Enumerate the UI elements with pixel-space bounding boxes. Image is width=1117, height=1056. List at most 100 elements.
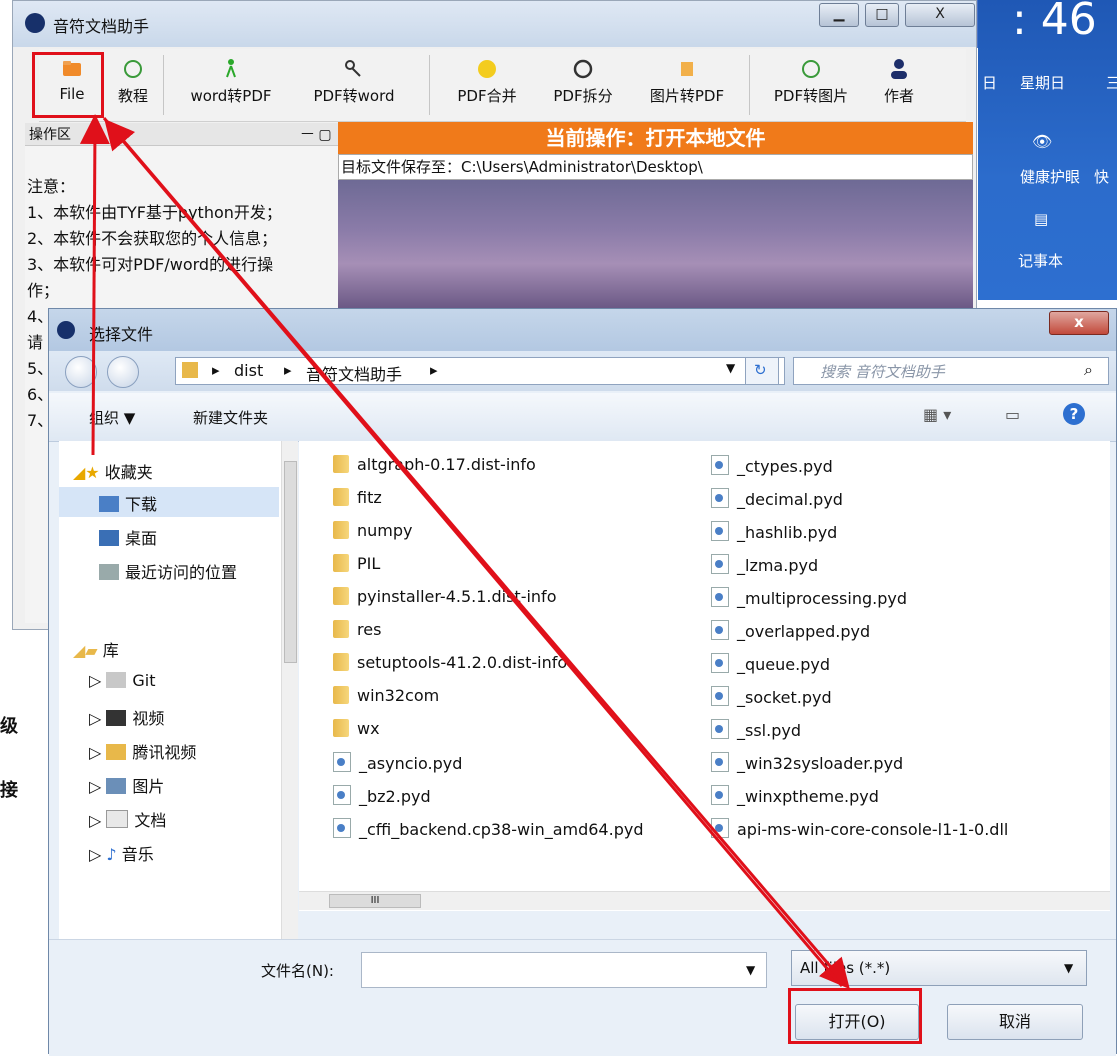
eye-care-label[interactable]: 健康护眼 bbox=[1020, 166, 1080, 187]
panel-controls[interactable]: ㅡ ▢ bbox=[301, 124, 332, 144]
toolbar-label: 作者 bbox=[883, 87, 914, 105]
picture-icon bbox=[106, 778, 127, 794]
nav-scrollbar[interactable] bbox=[281, 441, 298, 939]
expand-icon: ▷ bbox=[89, 671, 107, 690]
path-segment[interactable]: 音符文档助手 bbox=[306, 361, 402, 385]
list-item[interactable]: _overlapped.pyd bbox=[711, 620, 870, 641]
filetype-value: All files (*.*) bbox=[800, 959, 891, 977]
nav-desktop[interactable]: 桌面 bbox=[99, 525, 157, 549]
expand-icon: ▷ bbox=[89, 811, 107, 830]
list-item[interactable]: fitz bbox=[333, 488, 382, 507]
file-name: _ssl.pyd bbox=[737, 721, 801, 740]
nav-git[interactable]: ▷ Git bbox=[89, 671, 156, 690]
list-item[interactable]: _ssl.pyd bbox=[711, 719, 801, 740]
pyd-file-icon bbox=[333, 752, 351, 772]
search-field[interactable]: 搜索 音符文档助手 ⌕ bbox=[793, 357, 1109, 385]
list-item[interactable]: _asyncio.pyd bbox=[333, 752, 462, 773]
pyd-file-icon bbox=[711, 752, 729, 772]
nav-recent[interactable]: 最近访问的位置 bbox=[99, 559, 237, 583]
search-placeholder: 搜索 音符文档助手 bbox=[820, 363, 945, 381]
3d-icon bbox=[124, 60, 142, 78]
toolbar-pdf-to-word-button[interactable]: PDF转word bbox=[301, 57, 407, 106]
horizontal-scrollbar[interactable]: III bbox=[299, 891, 1110, 910]
path-segment[interactable]: dist bbox=[234, 361, 263, 380]
filename-input[interactable]: ▼ bbox=[361, 952, 767, 988]
forward-button[interactable] bbox=[107, 356, 139, 388]
address-bar[interactable]: ▸ dist ▸ 音符文档助手 ▸ ▼ bbox=[175, 357, 785, 385]
list-item[interactable]: api-ms-win-core-console-l1-1-0.dll bbox=[711, 818, 1008, 839]
list-item[interactable]: win32com bbox=[333, 686, 439, 705]
toolbar-label: PDF转word bbox=[313, 87, 395, 105]
list-item[interactable]: _multiprocessing.pyd bbox=[711, 587, 907, 608]
new-folder-button[interactable]: 新建文件夹 bbox=[193, 407, 268, 428]
refresh-button[interactable]: ↻ bbox=[745, 357, 779, 385]
nav-label: 腾讯视频 bbox=[132, 743, 197, 762]
list-item[interactable]: res bbox=[333, 620, 381, 639]
maximize-button[interactable]: □ bbox=[865, 3, 899, 27]
list-item[interactable]: PIL bbox=[333, 554, 380, 573]
folder-icon bbox=[333, 455, 349, 473]
nav-libraries[interactable]: ◢▰ 库 bbox=[73, 637, 119, 661]
file-name: PIL bbox=[357, 554, 381, 573]
view-options-icon[interactable]: ▦ ▾ bbox=[923, 405, 951, 424]
toolbar-author-button[interactable]: 作者 bbox=[875, 57, 923, 106]
preview-pane-icon[interactable]: ▭ bbox=[1005, 405, 1020, 424]
cancel-button[interactable]: 取消 bbox=[947, 1004, 1083, 1040]
nav-favorites[interactable]: ◢★ 收藏夹 bbox=[73, 459, 153, 483]
toolbar-word-to-pdf-button[interactable]: word转PDF bbox=[179, 57, 283, 106]
toolbar-pdf-to-image-button[interactable]: PDF转图片 bbox=[763, 57, 859, 106]
search-icon[interactable]: ⌕ bbox=[1084, 360, 1093, 380]
list-item[interactable]: pyinstaller-4.5.1.dist-info bbox=[333, 587, 556, 606]
list-item[interactable]: _cffi_backend.cp38-win_amd64.pyd bbox=[333, 818, 643, 839]
nav-pictures[interactable]: ▷ 图片 bbox=[89, 773, 164, 797]
dialog-close-button[interactable]: x bbox=[1049, 311, 1109, 335]
toolbar-label: 教程 bbox=[117, 87, 148, 105]
close-button[interactable]: X bbox=[905, 3, 975, 27]
toolbar-label: 图片转PDF bbox=[649, 87, 725, 105]
dll-file-icon bbox=[711, 818, 729, 838]
list-item[interactable]: _decimal.pyd bbox=[711, 488, 843, 509]
nav-videos[interactable]: ▷ 视频 bbox=[89, 705, 164, 729]
list-item[interactable]: wx bbox=[333, 719, 380, 738]
dialog-logo-icon bbox=[57, 321, 75, 339]
list-item[interactable]: _win32sysloader.pyd bbox=[711, 752, 903, 773]
app-logo-icon bbox=[25, 13, 45, 33]
list-item[interactable]: _socket.pyd bbox=[711, 686, 832, 707]
file-name: api-ms-win-core-console-l1-1-0.dll bbox=[737, 820, 1009, 839]
toolbar-label: PDF转图片 bbox=[773, 87, 849, 105]
list-item[interactable]: _queue.pyd bbox=[711, 653, 830, 674]
chevron-down-icon: ▼ bbox=[1064, 961, 1074, 975]
scroll-thumb[interactable]: III bbox=[329, 894, 421, 908]
toolbar-pdf-merge-button[interactable]: PDF合并 bbox=[449, 57, 525, 106]
scroll-thumb[interactable] bbox=[284, 461, 297, 663]
nav-tencent-video[interactable]: ▷ 腾讯视频 bbox=[89, 739, 196, 763]
file-name: _winxptheme.pyd bbox=[737, 787, 879, 806]
list-item[interactable]: _ctypes.pyd bbox=[711, 455, 833, 476]
toolbar-pdf-split-button[interactable]: PDF拆分 bbox=[545, 57, 621, 106]
nav-music[interactable]: ▷ ♪ 音乐 bbox=[89, 841, 154, 865]
toolbar-tutorial-button[interactable]: 教程 bbox=[111, 57, 155, 106]
toolbar-separator bbox=[163, 55, 164, 115]
list-item[interactable]: _bz2.pyd bbox=[333, 785, 431, 806]
filetype-select[interactable]: All files (*.*) ▼ bbox=[791, 950, 1087, 986]
nav-downloads[interactable]: 下载 bbox=[59, 487, 279, 517]
help-icon[interactable]: ? bbox=[1063, 403, 1085, 425]
nav-label: 文档 bbox=[134, 811, 167, 830]
organize-menu[interactable]: 组织 ▼ bbox=[89, 407, 135, 428]
recent-places-icon bbox=[99, 564, 119, 580]
back-button[interactable] bbox=[65, 356, 97, 388]
minimize-button[interactable]: ▁ bbox=[819, 3, 859, 27]
list-item[interactable]: _winxptheme.pyd bbox=[711, 785, 879, 806]
list-item[interactable]: numpy bbox=[333, 521, 413, 540]
list-item[interactable]: _lzma.pyd bbox=[711, 554, 818, 575]
dialog-footer: 文件名(N): ▼ All files (*.*) ▼ 打开(O) 取消 bbox=[49, 939, 1116, 1056]
nav-label: 视频 bbox=[132, 709, 165, 728]
nav-documents[interactable]: ▷ 文档 bbox=[89, 807, 166, 831]
list-item[interactable]: _hashlib.pyd bbox=[711, 521, 837, 542]
list-item[interactable]: altgraph-0.17.dist-info bbox=[333, 455, 536, 474]
chevron-down-icon[interactable]: ▼ bbox=[726, 361, 735, 375]
chevron-down-icon[interactable]: ▼ bbox=[746, 963, 755, 977]
list-item[interactable]: setuptools-41.2.0.dist-info bbox=[333, 653, 567, 672]
toolbar-image-to-pdf-button[interactable]: 图片转PDF bbox=[639, 57, 735, 106]
notepad-label[interactable]: 记事本 bbox=[1018, 250, 1063, 271]
